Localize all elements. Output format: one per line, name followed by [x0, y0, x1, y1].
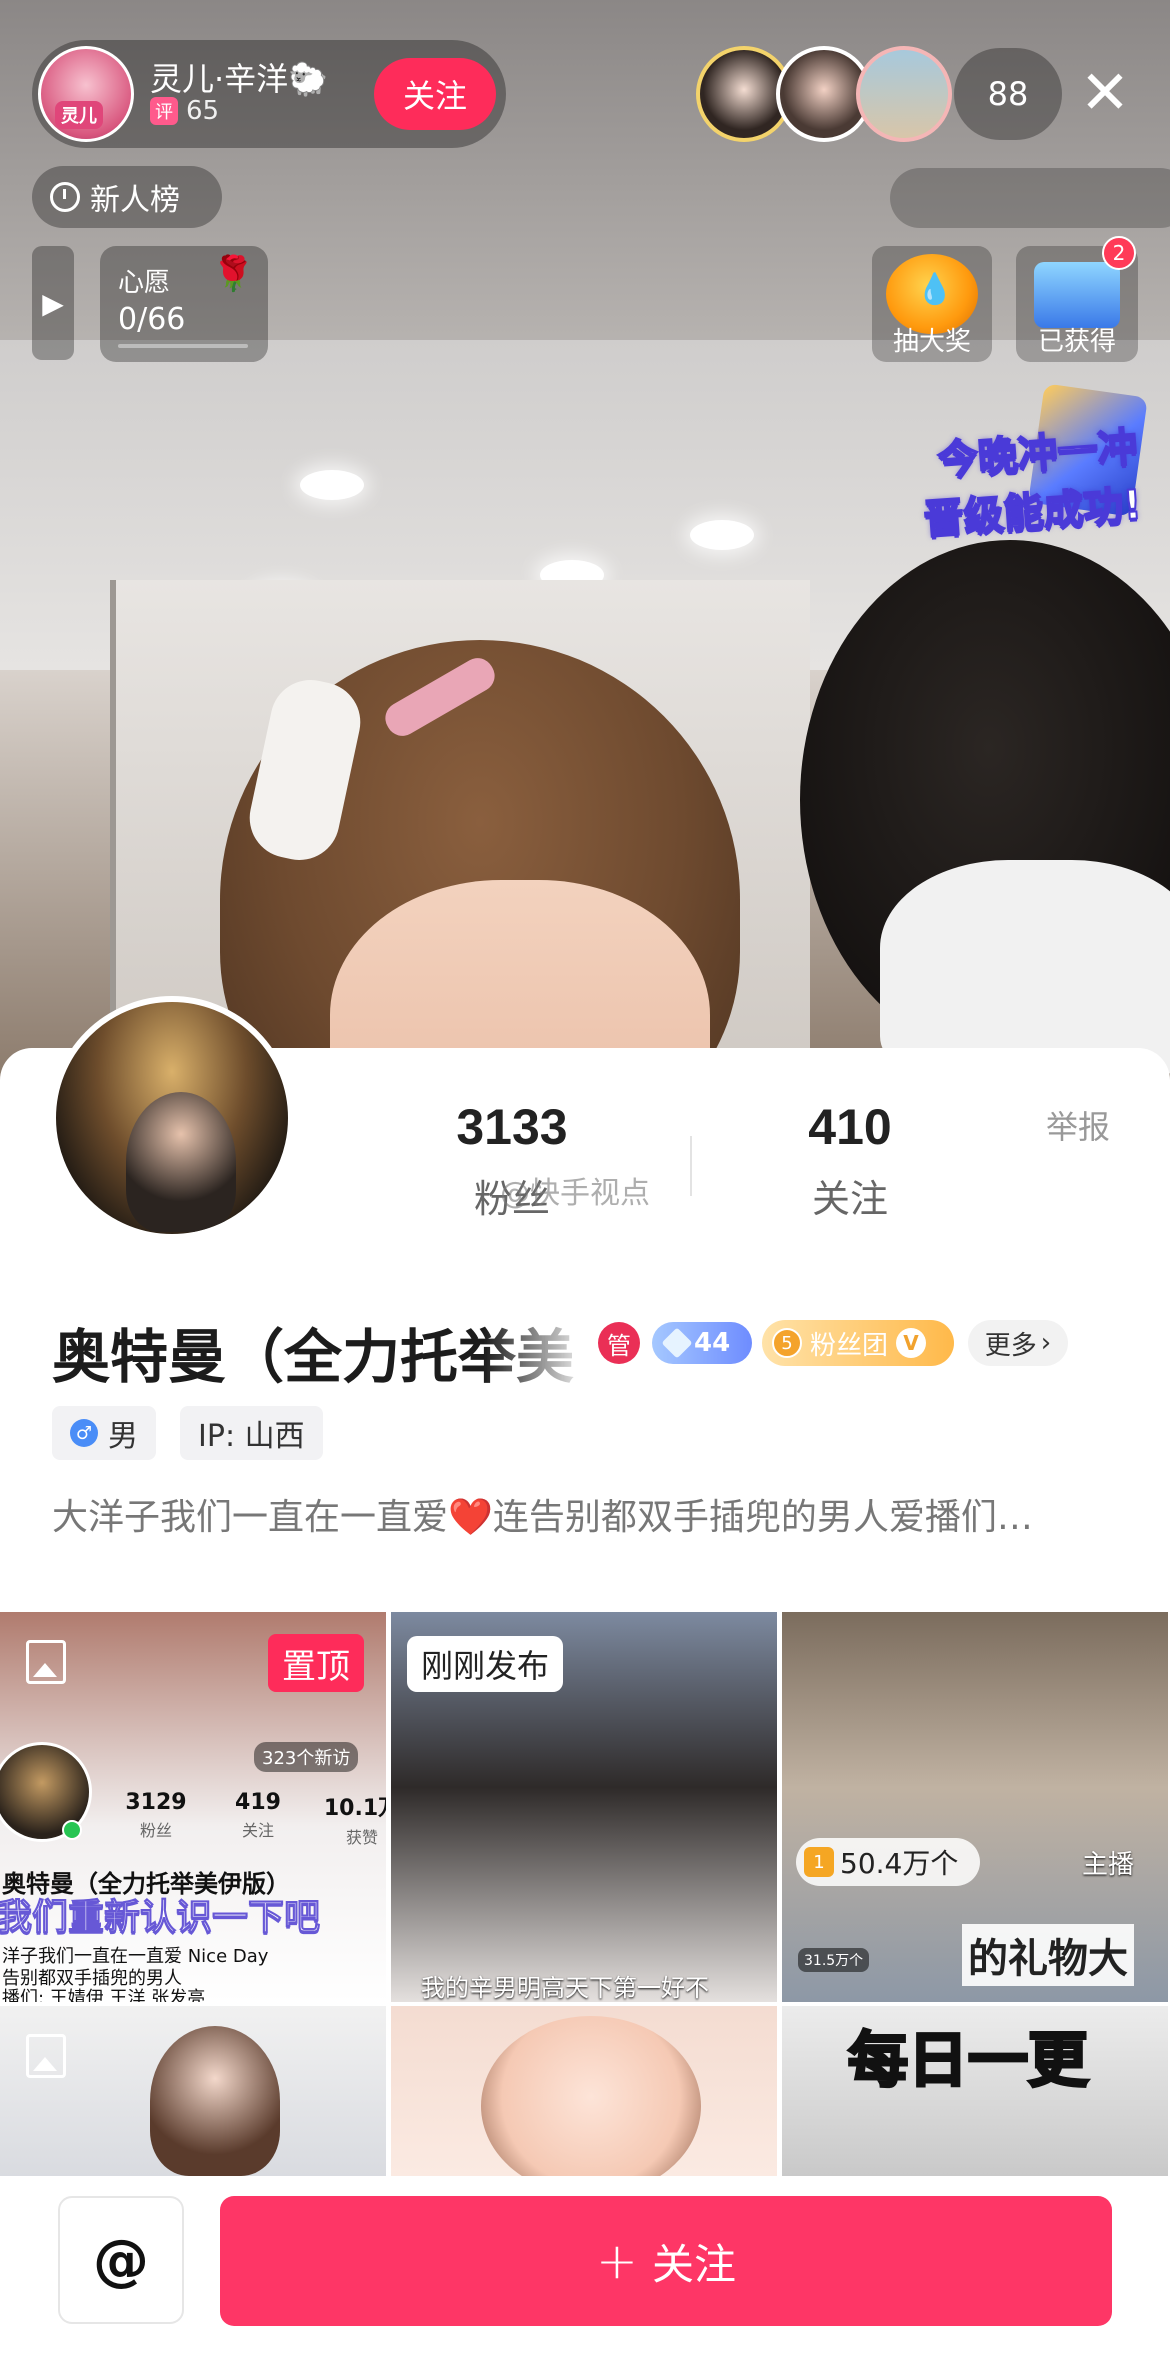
lottery-button[interactable]: 抽大奖 [872, 246, 992, 362]
gender-chip: ♂ 男 [52, 1406, 156, 1460]
promo-banner[interactable]: 今晚冲一冲 晋级能成功! [796, 418, 1144, 557]
ip-chip: IP: 山西 [180, 1406, 323, 1460]
rating-icon: 评 [150, 97, 178, 125]
follow-label: 关注 [651, 2239, 736, 2289]
stream-artist-mask [880, 860, 1170, 1080]
ip-label: IP: 山西 [198, 1419, 305, 1454]
host-avatar-tag: 灵儿 [55, 101, 103, 129]
wish-card[interactable]: 心愿 🌹 0/66 [100, 246, 268, 362]
gem-icon [661, 1327, 693, 1359]
gift-count: 50.4万个 [840, 1847, 959, 1880]
video-tile[interactable]: 1 50.4万个 主播 31.5万个 的礼物大 [782, 1612, 1168, 2002]
video-tile[interactable]: 刚刚发布 我的辛男明高天下第一好不 [391, 1612, 777, 2002]
host-tag: 主播 [1082, 1850, 1135, 1880]
tile-illustration [150, 2026, 280, 2176]
verified-icon: V [896, 1328, 927, 1358]
tile-headline: 我们重新认识一下吧 [0, 1897, 321, 1939]
top-viewers[interactable] [696, 46, 952, 142]
clock-icon [50, 182, 80, 212]
following-label: 关注 [811, 1177, 888, 1221]
gift-count-pill: 1 50.4万个 [796, 1838, 980, 1886]
close-icon[interactable]: ✕ [1070, 58, 1140, 128]
video-tile[interactable]: 每日一更 [782, 2006, 1168, 2176]
chevron-right-icon: › [1040, 1328, 1052, 1358]
gift-box-icon [1034, 262, 1120, 328]
report-link[interactable]: 举报 [1046, 1102, 1110, 1148]
notice-bar [890, 168, 1170, 228]
more-button[interactable]: 更多 › [968, 1320, 1068, 1366]
video-tile[interactable] [0, 2006, 386, 2176]
earned-button[interactable]: 2 已获得 [1016, 236, 1138, 362]
online-dot [62, 1820, 82, 1840]
lottery-label: 抽大奖 [892, 327, 971, 357]
rating-value: 65 [186, 96, 220, 126]
following-stat[interactable]: 410 关注 [730, 1098, 970, 1223]
plus-icon: + [596, 2232, 638, 2290]
profile-bio[interactable]: 大洋子我们一直在一直爱❤️连告别都双手插兜的男人爱播们… [52, 1488, 1122, 1540]
profile-name: 奥特曼（全力托举美 [52, 1323, 575, 1391]
watermark: @快手视点 [500, 1176, 650, 1211]
rank-button[interactable]: 新人榜 [32, 166, 222, 228]
mention-button[interactable]: @ [58, 2196, 184, 2324]
tile-stat: 419 关注 [235, 1790, 281, 1840]
rose-icon: 🌹 [212, 254, 255, 294]
more-label: 更多 [984, 1330, 1037, 1361]
fan-club-label: 粉丝团 [810, 1330, 889, 1361]
fan-club-badge[interactable]: 5 粉丝团 V [762, 1320, 954, 1366]
host-avatar[interactable]: 灵儿 [38, 46, 134, 142]
image-icon [26, 1640, 66, 1684]
earned-badge: 2 [1102, 236, 1136, 270]
gift-mini-text: 31.5万个 [798, 1948, 870, 1972]
gift-caption: 的礼物大 [962, 1924, 1134, 1986]
video-tile[interactable]: 置顶 323个新访 3129 粉丝 419 关注 10.1万 获赞 奥特曼（全力… [0, 1612, 386, 2002]
tile-stat: 10.1万 获赞 [323, 1796, 386, 1847]
follow-button[interactable]: + 关注 [220, 2196, 1112, 2326]
image-icon [26, 2034, 66, 2078]
host-follow-button[interactable]: 关注 [374, 58, 496, 130]
profile-avatar[interactable] [50, 996, 294, 1240]
admin-badge[interactable]: 管 [598, 1322, 640, 1364]
gender-label: 男 [108, 1419, 138, 1454]
stat-divider [690, 1136, 692, 1196]
tile-line: 播们: 王婧伊 王洋 张发亮 [2, 1988, 206, 2002]
new-post-tag: 刚刚发布 [407, 1636, 564, 1692]
tile-stat: 3129 粉丝 [125, 1790, 187, 1840]
followers-count: 3133 [456, 1099, 568, 1155]
fan-level: 5 [772, 1328, 802, 1358]
pinned-tag: 置顶 [268, 1634, 364, 1692]
tile-caption: 我的辛男明高天下第一好不 [421, 1974, 709, 2002]
level-badge[interactable]: 44 [652, 1322, 752, 1364]
tile-illustration [481, 2016, 701, 2176]
host-name: 灵儿·辛洋🐑 [150, 60, 329, 98]
wish-progress: 0/66 [118, 302, 186, 337]
video-tile[interactable] [391, 2006, 777, 2176]
visit-badge: 323个新访 [254, 1742, 359, 1772]
viewer-avatar[interactable] [856, 46, 952, 142]
rank-label: 新人榜 [90, 183, 180, 218]
male-icon: ♂ [70, 1419, 98, 1447]
level-value: 44 [694, 1328, 731, 1358]
wish-progress-bar [118, 344, 248, 348]
following-count: 410 [808, 1099, 892, 1155]
host-rating: 评 65 [150, 96, 219, 126]
earned-label: 已获得 [1037, 327, 1116, 357]
gift-icon: 1 [804, 1847, 834, 1877]
host-card[interactable]: 灵儿 灵儿·辛洋🐑 评 65 关注 [32, 40, 506, 148]
viewer-count[interactable]: 88 [954, 48, 1062, 140]
daily-label: 每日一更 [847, 2025, 1090, 2098]
wish-title: 心愿 [118, 268, 171, 298]
play-icon[interactable]: ▶ [32, 246, 74, 360]
